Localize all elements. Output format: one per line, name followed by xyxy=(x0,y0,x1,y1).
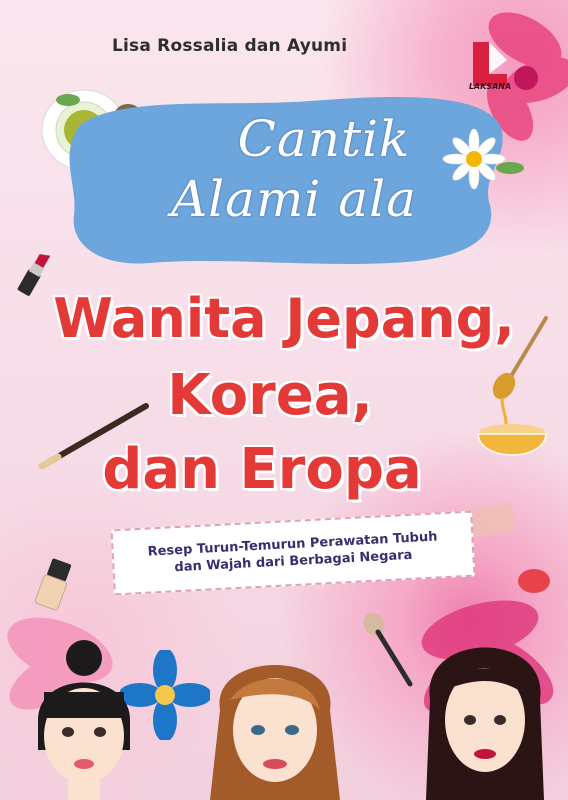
author-name: Lisa Rossalia dan Ayumi xyxy=(112,36,348,56)
woman-face-icon-2 xyxy=(210,665,340,800)
daisy-icon xyxy=(442,128,524,190)
foundation-bottle-icon xyxy=(34,558,72,611)
makeup-sponge-icon xyxy=(518,569,550,593)
honey-bowl-icon xyxy=(477,316,548,456)
woman-face-icon xyxy=(38,640,130,800)
makeup-brush-icon xyxy=(363,612,413,687)
book-cover: Lisa Rossalia dan Ayumi LAKSANA Cantik A… xyxy=(0,0,568,800)
woman-face-icon-3 xyxy=(426,647,544,800)
brush-pencil-icon xyxy=(38,403,149,470)
